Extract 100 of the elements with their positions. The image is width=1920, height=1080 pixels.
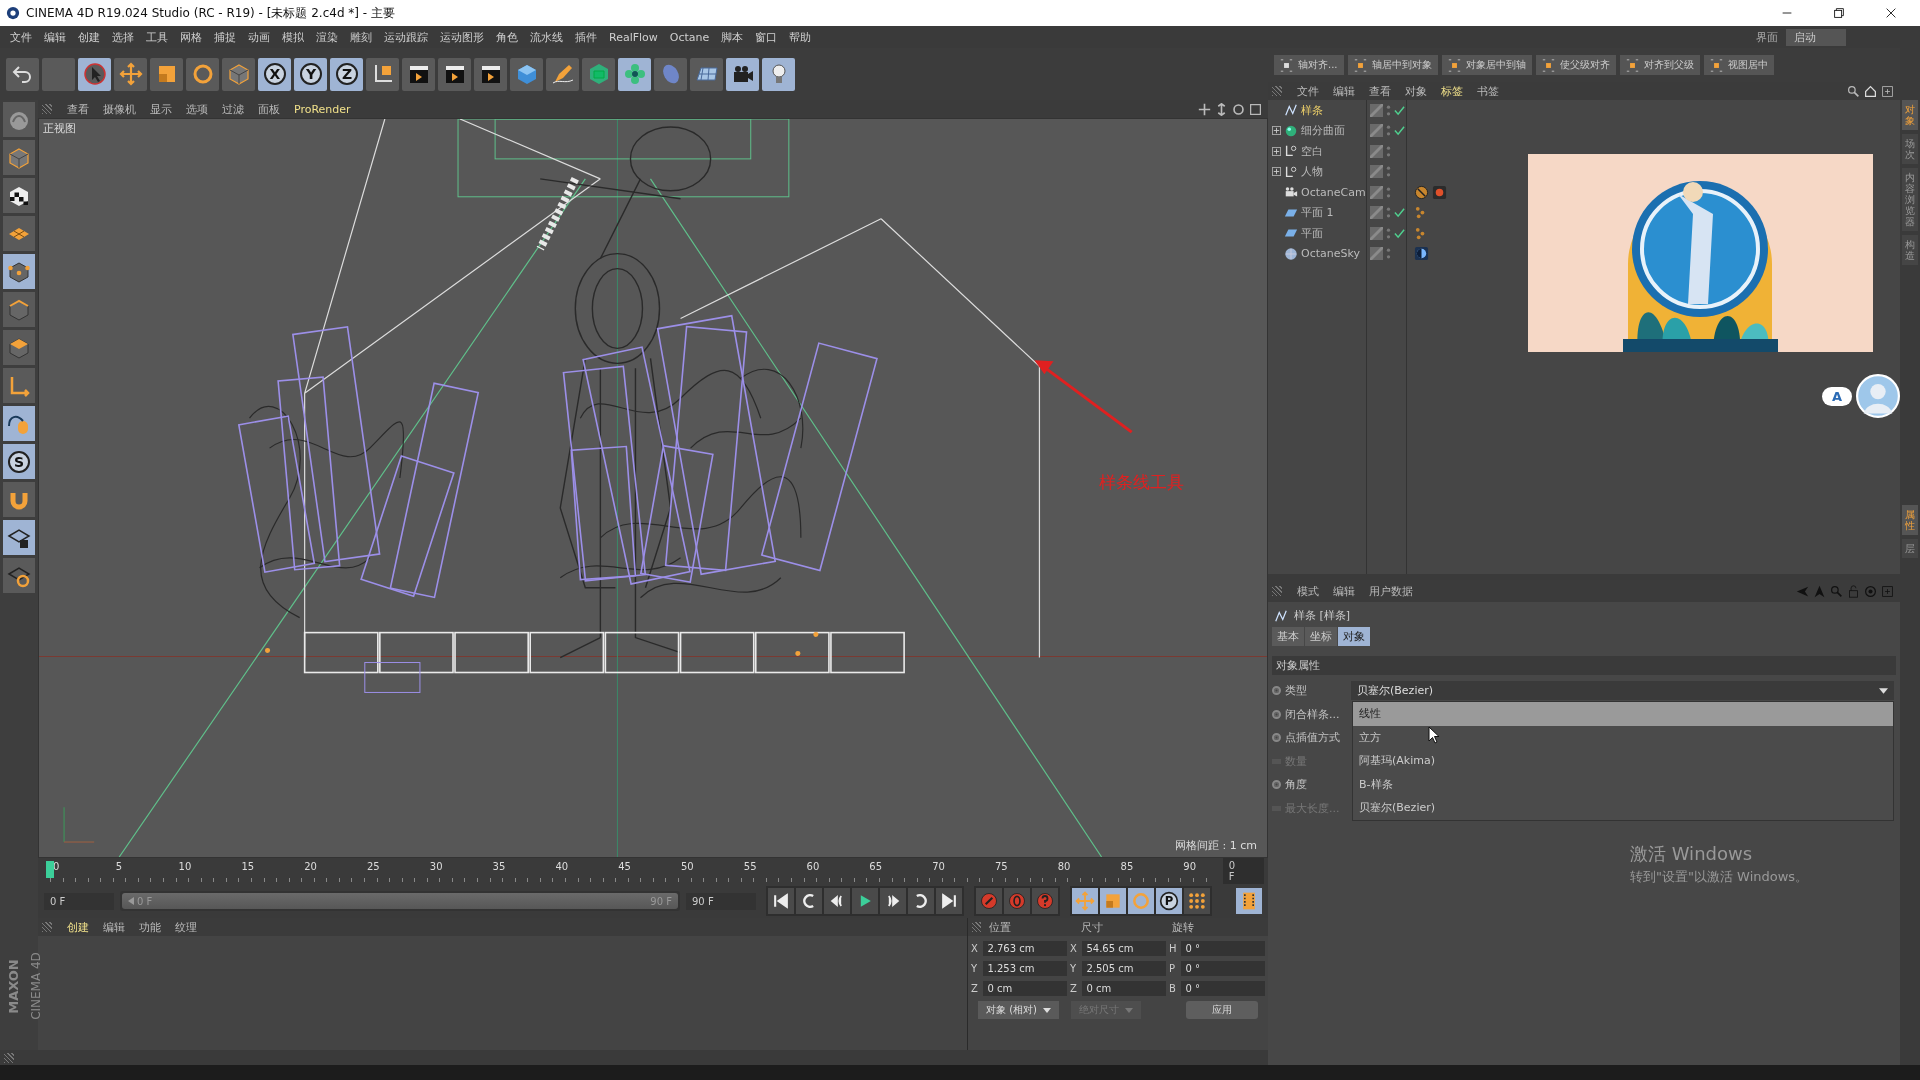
side-tab[interactable]: 构造 [1902, 235, 1918, 265]
menu-item[interactable]: 插件 [569, 29, 603, 45]
visibility-dots-icon[interactable] [1386, 144, 1391, 158]
no-render-tag-icon[interactable] [1414, 184, 1429, 200]
visibility-dots-icon[interactable] [1386, 103, 1391, 117]
record-button[interactable] [1032, 888, 1058, 914]
camera-tag-icon[interactable] [1432, 184, 1447, 200]
rotation-field[interactable]: 0 ° [1181, 961, 1265, 976]
toolbar-button[interactable] [402, 57, 435, 91]
object-name[interactable]: 细分曲面 [1301, 123, 1345, 139]
start-frame-field[interactable]: 0 F [44, 892, 114, 910]
toolbar-button[interactable] [690, 57, 723, 91]
check-icon[interactable] [1394, 227, 1405, 239]
dropdown-option[interactable]: 立方 [1353, 725, 1893, 749]
search-icon[interactable] [1847, 84, 1860, 98]
align-button[interactable]: 轴居中到对象 [1347, 55, 1438, 75]
object-name[interactable]: OctaneCam [1301, 185, 1366, 199]
object-name[interactable]: 人物 [1301, 164, 1323, 180]
attributes-menu-item[interactable]: 编辑 [1326, 583, 1362, 599]
size-field[interactable]: 2.505 cm [1082, 961, 1166, 976]
menu-item[interactable]: 角色 [490, 29, 524, 45]
assistant-button[interactable]: A [1821, 386, 1852, 406]
pan-icon[interactable] [1198, 102, 1211, 116]
restore-icon[interactable] [1832, 6, 1846, 20]
menu-item[interactable]: 雕刻 [344, 29, 378, 45]
side-tab[interactable]: 属性 [1902, 505, 1918, 535]
animation-radio[interactable] [1272, 780, 1281, 790]
sky-tag-icon[interactable] [1414, 246, 1429, 262]
menu-item[interactable]: 文件 [4, 29, 38, 45]
attributes-menu-item[interactable]: 模式 [1290, 583, 1326, 599]
close-icon[interactable] [1884, 6, 1898, 20]
timeline-button[interactable] [1236, 888, 1262, 914]
playback-button[interactable] [768, 888, 794, 914]
toolbar-button[interactable] [762, 57, 795, 91]
align-button[interactable]: 使父级对齐 [1535, 55, 1616, 75]
menu-item[interactable]: 窗口 [749, 29, 784, 45]
viewport-menu-item[interactable]: 过滤 [215, 101, 251, 117]
menu-item[interactable]: 动画 [242, 29, 276, 45]
coordinate-mode-dropdown[interactable]: 对象 (相对) [978, 1001, 1059, 1019]
dropdown-option[interactable]: 线性 [1353, 702, 1893, 726]
manager-menu-item[interactable]: 查看 [1362, 83, 1398, 99]
attribute-tab[interactable]: 基本 [1272, 627, 1304, 646]
menu-item[interactable]: 选择 [106, 29, 140, 45]
menu-item[interactable]: 脚本 [715, 29, 750, 45]
visibility-dots-icon[interactable] [1386, 165, 1391, 179]
type-dropdown[interactable]: 贝塞尔(Bezier) [1351, 681, 1894, 701]
toolbar-button[interactable] [3, 520, 35, 555]
record-button[interactable] [976, 888, 1002, 914]
rotation-field[interactable]: 0 ° [1181, 981, 1265, 996]
side-tab[interactable]: 场次 [1902, 134, 1918, 164]
check-icon[interactable] [1394, 207, 1405, 219]
record-button[interactable] [1004, 888, 1030, 914]
orbit-icon[interactable] [1232, 102, 1245, 116]
visibility-dots-icon[interactable] [1386, 185, 1391, 199]
layer-icon[interactable] [1370, 103, 1383, 117]
home-icon[interactable] [1864, 84, 1877, 98]
toolbar-button[interactable] [3, 558, 35, 593]
animation-radio[interactable] [1272, 709, 1281, 719]
align-button[interactable]: 视图居中 [1703, 55, 1774, 75]
viewport-menu-item[interactable]: 摄像机 [96, 101, 143, 117]
check-icon[interactable] [1394, 125, 1405, 137]
menu-item[interactable]: 流水线 [524, 29, 569, 45]
menu-item[interactable]: 创建 [72, 29, 106, 45]
end-frame-field[interactable]: 90 F [686, 892, 756, 910]
size-field[interactable]: 54.65 cm [1082, 941, 1166, 956]
menu-item[interactable]: 帮助 [783, 29, 818, 45]
attribute-tab[interactable]: 坐标 [1305, 627, 1337, 646]
current-frame-field[interactable]: 0 F [1222, 858, 1264, 884]
material-menu-item[interactable]: 纹理 [168, 919, 204, 935]
object-name[interactable]: 平面 [1301, 225, 1323, 241]
viewport-menu-item[interactable]: ProRender [287, 102, 358, 116]
toolbar-button[interactable] [474, 57, 507, 91]
layer-icon[interactable] [1370, 206, 1383, 220]
toolbar-button[interactable] [3, 178, 35, 213]
manager-menu-item[interactable]: 标签 [1434, 83, 1470, 99]
manager-menu-item[interactable]: 编辑 [1326, 83, 1362, 99]
playback-button[interactable] [936, 888, 962, 914]
animation-radio[interactable] [1272, 686, 1281, 696]
visibility-dots-icon[interactable] [1386, 247, 1391, 261]
playback-button[interactable] [908, 888, 934, 914]
attribute-tab[interactable]: 对象 [1338, 627, 1370, 646]
object-name[interactable]: 样条 [1301, 102, 1323, 118]
viewport[interactable]: 正视图 样条线工具 网格间距 : 1 cm [38, 118, 1268, 858]
avatar[interactable] [1856, 374, 1900, 418]
toolbar-button[interactable] [510, 57, 543, 91]
side-tab[interactable]: 内容浏览器 [1902, 168, 1918, 231]
size-field[interactable]: 0 cm [1082, 981, 1166, 996]
toolbar-button[interactable] [726, 57, 759, 91]
menu-item[interactable]: RealFlow [603, 30, 664, 44]
object-name[interactable]: 空白 [1301, 143, 1323, 159]
key-button[interactable] [1184, 888, 1210, 914]
align-button[interactable]: 对齐到父级 [1619, 55, 1700, 75]
check-icon[interactable] [1394, 104, 1405, 116]
viewport-menu-item[interactable]: 选项 [179, 101, 215, 117]
position-field[interactable]: 1.253 cm [983, 961, 1067, 976]
viewport-menu-item[interactable]: 面板 [251, 101, 287, 117]
menu-item[interactable]: 网格 [174, 29, 208, 45]
layer-icon[interactable] [1370, 124, 1383, 138]
layer-icon[interactable] [1370, 144, 1383, 158]
position-field[interactable]: 2.763 cm [983, 941, 1067, 956]
